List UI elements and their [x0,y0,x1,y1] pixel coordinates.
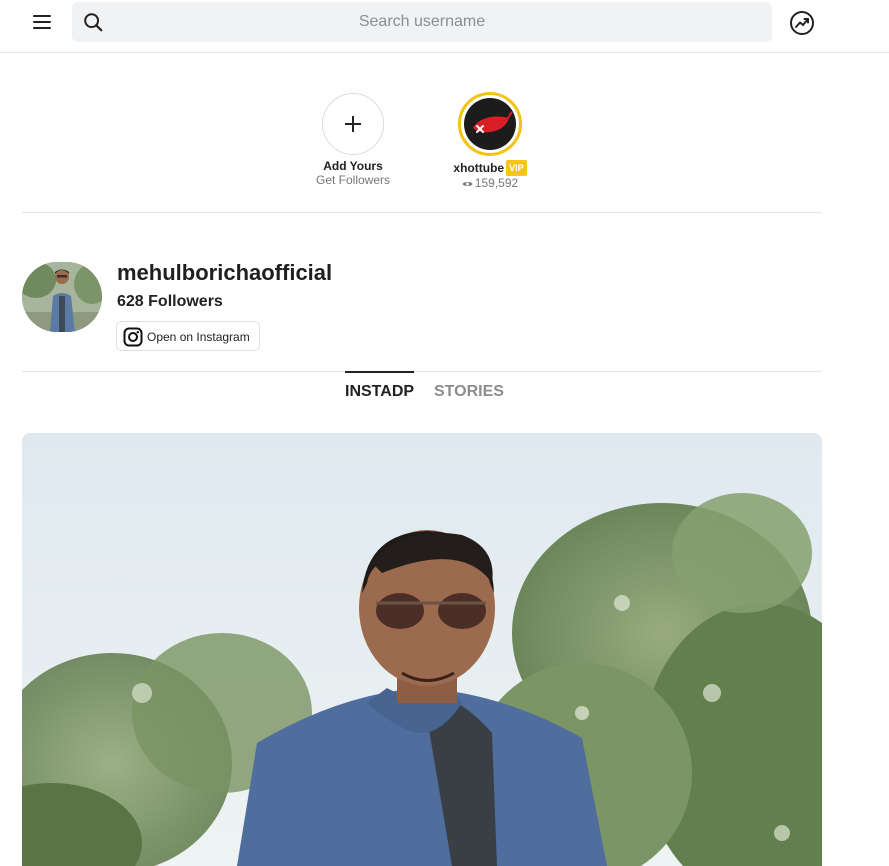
story-avatar-ring[interactable] [458,92,522,156]
avatar [22,262,102,332]
plus-icon[interactable] [322,93,384,155]
open-on-instagram-label: Open on Instagram [147,330,250,344]
vip-badge: VIP [506,160,527,176]
search-bar [72,2,772,42]
profile-header: mehulborichaofficial 628 Followers Open … [22,260,822,372]
story-xhottube[interactable]: xhottube VIP 159,592 [435,92,545,190]
instagram-icon [123,327,143,347]
search-input[interactable] [112,2,732,42]
story-username: xhottube [453,161,505,175]
story-view-count: 159,592 [474,176,519,190]
search-icon[interactable] [82,11,104,33]
profile-picture-large [22,433,822,866]
open-on-instagram-button[interactable]: Open on Instagram [116,321,260,351]
tab-stories[interactable]: STORIES [434,371,504,405]
story-subtitle: Get Followers [315,173,391,187]
chili-logo-icon [464,98,516,150]
follower-count: 628 Followers [117,293,223,310]
tab-instadp[interactable]: INSTADP [345,371,415,405]
hamburger-menu-icon[interactable] [30,10,54,34]
trending-up-icon[interactable] [789,10,815,36]
story-name: xhottube VIP [435,160,545,176]
content-tabs: INSTADP STORIES [22,371,822,411]
eye-icon [462,181,473,187]
story-views: 159,592 [435,176,545,190]
top-bar [0,0,889,53]
story-add-yours[interactable]: Add Yours Get Followers [298,93,408,187]
stories-row: Add Yours Get Followers xhottube VIP 159,… [22,53,822,213]
profile-username: mehulborichaofficial [117,260,333,285]
story-name: Add Yours [323,159,383,173]
